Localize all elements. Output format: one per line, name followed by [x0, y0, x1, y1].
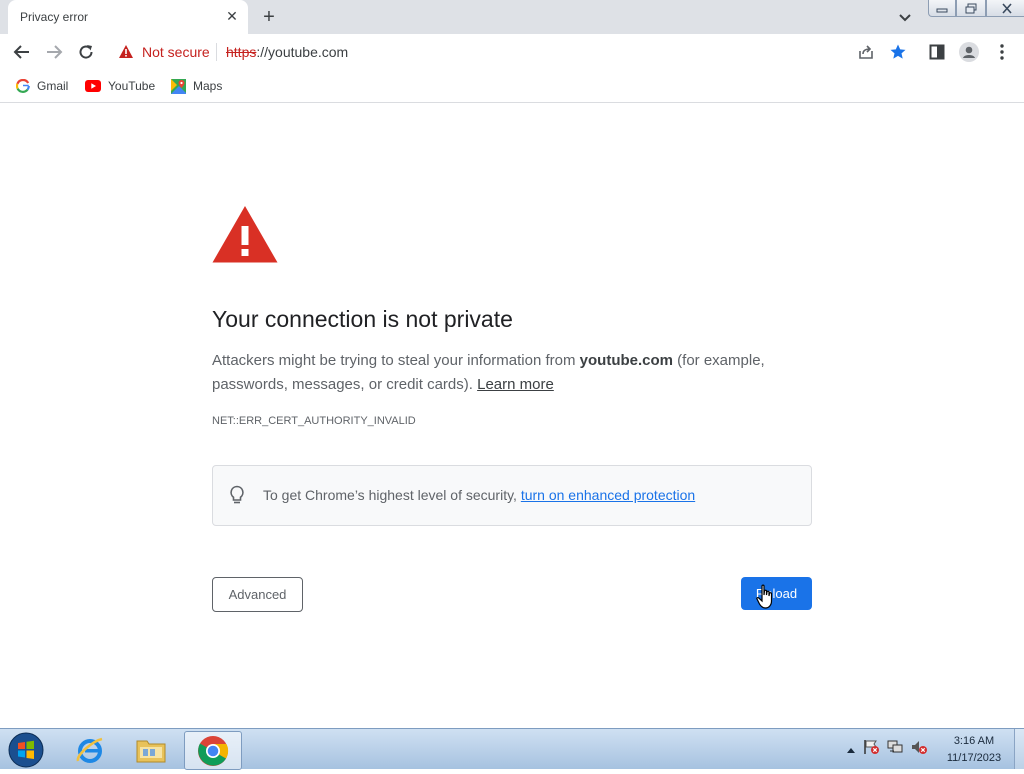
- bookmark-star-icon[interactable]: [888, 42, 908, 62]
- new-tab-button[interactable]: +: [258, 6, 280, 28]
- clock-date: 11/17/2023: [946, 752, 1002, 764]
- warning-triangle-icon[interactable]: [118, 44, 134, 64]
- windows-taskbar: 3:16 AM 11/17/2023: [0, 728, 1024, 770]
- enhanced-protection-link[interactable]: turn on enhanced protection: [521, 487, 695, 503]
- minimize-button[interactable]: [928, 0, 956, 17]
- chrome-icon: [198, 735, 229, 766]
- hand-cursor-icon: [756, 584, 776, 615]
- bookmark-youtube[interactable]: YouTube: [85, 76, 155, 96]
- error-code: NET::ERR_CERT_AUTHORITY_INVALID: [212, 415, 416, 427]
- system-tray: [846, 739, 928, 760]
- not-secure-label[interactable]: Not secure: [142, 44, 210, 60]
- close-window-button[interactable]: [986, 0, 1024, 17]
- url-host: ://youtube.com: [256, 44, 349, 60]
- taskbar-internet-explorer[interactable]: [62, 731, 118, 768]
- share-icon[interactable]: [856, 42, 876, 62]
- minimize-icon: [936, 8, 948, 13]
- close-icon: [1002, 2, 1012, 14]
- system-clock[interactable]: 3:16 AM 11/17/2023: [940, 733, 1008, 767]
- action-center-flag-icon[interactable]: [862, 739, 880, 760]
- reload-button[interactable]: Reload: [741, 577, 812, 610]
- address-bar[interactable]: Not secure https://youtube.com: [108, 38, 848, 66]
- bookmark-label: Maps: [193, 79, 223, 93]
- show-hidden-icons-icon[interactable]: [846, 741, 856, 759]
- volume-muted-icon[interactable]: [910, 739, 928, 760]
- url-text[interactable]: https://youtube.com: [226, 44, 348, 60]
- bookmark-maps[interactable]: Maps: [171, 76, 222, 96]
- tab-title: Privacy error: [20, 10, 89, 24]
- youtube-play-icon: [85, 80, 101, 92]
- bookmark-label: Gmail: [37, 79, 69, 93]
- page-title: Your connection is not private: [212, 306, 513, 332]
- restore-icon: [965, 3, 977, 13]
- network-icon[interactable]: [886, 739, 904, 760]
- desc-prefix: Attackers might be trying to steal your …: [212, 352, 576, 369]
- close-tab-icon[interactable]: ✕: [224, 8, 240, 24]
- bookmark-gmail[interactable]: Gmail: [16, 76, 68, 96]
- advanced-button[interactable]: Advanced: [212, 577, 303, 612]
- show-desktop-button[interactable]: [1014, 729, 1024, 769]
- bookmark-label: YouTube: [108, 79, 156, 93]
- internet-explorer-icon: [76, 737, 103, 763]
- restore-button[interactable]: [956, 0, 986, 17]
- address-divider: [216, 43, 217, 61]
- tab-search-chevron-icon[interactable]: [896, 8, 914, 26]
- window-controls: [928, 0, 1024, 18]
- interstitial-page: Your connection is not private Attackers…: [0, 103, 1024, 728]
- learn-more-link[interactable]: Learn more: [477, 376, 554, 393]
- promo-message: To get Chrome’s highest level of securit…: [263, 487, 517, 503]
- lightbulb-icon: [229, 485, 245, 510]
- danger-triangle-icon: [212, 205, 278, 268]
- taskbar-file-explorer[interactable]: [123, 731, 179, 768]
- reload-toolbar-button[interactable]: [72, 38, 100, 66]
- start-button[interactable]: [6, 731, 46, 769]
- desc-host: youtube.com: [579, 352, 673, 369]
- back-button[interactable]: [8, 38, 36, 66]
- tab-strip: Privacy error ✕ +: [0, 0, 1024, 34]
- profile-avatar-icon[interactable]: [959, 42, 979, 62]
- enhanced-protection-promo: To get Chrome’s highest level of securit…: [212, 465, 812, 526]
- browser-toolbar: Not secure https://youtube.com: [0, 34, 1024, 70]
- forward-button[interactable]: [40, 38, 68, 66]
- maps-pin-icon: [171, 78, 186, 94]
- refresh-icon: [79, 45, 93, 59]
- error-description: Attackers might be trying to steal your …: [212, 349, 812, 397]
- taskbar-chrome[interactable]: [184, 731, 242, 770]
- tab-privacy-error[interactable]: Privacy error ✕: [8, 0, 248, 34]
- back-arrow-icon: [13, 45, 29, 59]
- promo-text: To get Chrome’s highest level of securit…: [263, 487, 695, 503]
- bookmarks-bar: Gmail YouTube Maps: [0, 70, 1024, 103]
- url-scheme: https: [226, 44, 257, 60]
- clock-time: 3:16 AM: [953, 735, 995, 747]
- google-g-icon: [16, 79, 30, 93]
- more-menu-icon[interactable]: [992, 42, 1012, 62]
- windows-start-orb-icon: [8, 732, 44, 768]
- forward-arrow-icon: [47, 45, 63, 59]
- folder-icon: [136, 740, 166, 762]
- side-panel-icon[interactable]: [927, 42, 947, 62]
